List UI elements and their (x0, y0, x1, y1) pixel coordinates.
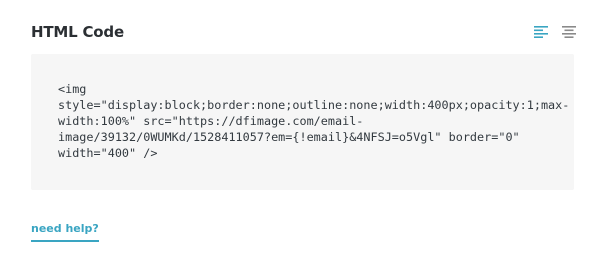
section-title: HTML Code (31, 23, 124, 41)
html-code-block[interactable]: <img style="display:block;border:none;ou… (58, 81, 574, 161)
code-line: style="display:block;border:none;outline… (58, 98, 570, 112)
code-panel[interactable]: <img style="display:block;border:none;ou… (31, 54, 574, 190)
code-line: <img (58, 82, 87, 96)
alignment-toolbar (534, 26, 576, 38)
code-line: image/39132/0WUMKd/1528411057?em={!email… (58, 130, 520, 144)
align-left-icon[interactable] (534, 26, 548, 38)
align-center-icon[interactable] (562, 26, 576, 38)
code-line: width="400" /> (58, 146, 158, 160)
need-help-link[interactable]: need help? (31, 222, 99, 242)
section-header: HTML Code (31, 20, 576, 44)
code-line: width:100%" src="https://dfimage.com/ema… (58, 114, 364, 128)
